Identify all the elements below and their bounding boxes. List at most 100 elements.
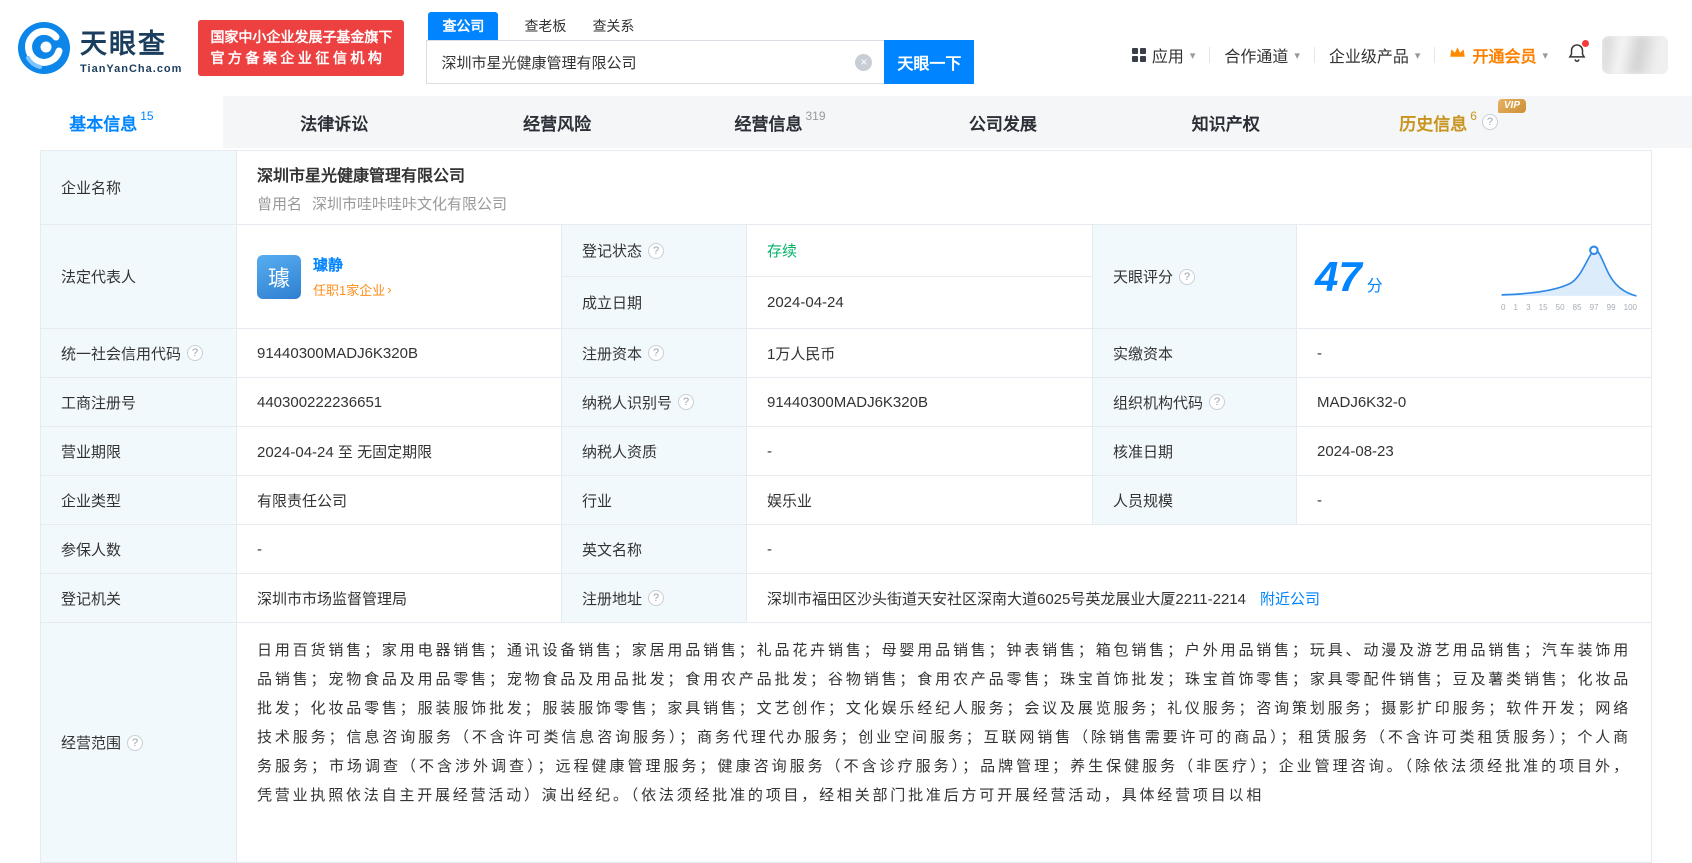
header: 天眼查 TianYanCha.com 国家中小企业发展子基金旗下 官方备案企业征… — [0, 0, 1692, 96]
top-nav: 应用 ▾ 合作通道 ▾ 企业级产品 ▾ 开通会员 ▾ — [1131, 22, 1668, 74]
score-value: 47 — [1315, 252, 1362, 300]
search-button[interactable]: 天眼一下 — [884, 40, 975, 84]
value-legal-rep: 璩 璩静 任职1家企业 › — [237, 225, 562, 329]
tab-history-info[interactable]: VIP 历史信息 6 ? — [1337, 96, 1560, 148]
label-company-name: 企业名称 — [41, 151, 237, 225]
label-text: 经营范围 — [61, 735, 122, 752]
chevron-down-icon: ▾ — [1414, 49, 1421, 62]
label-text: 纳税人识别号 — [582, 394, 673, 412]
label-text: 工商注册号 — [61, 394, 137, 412]
nav-apps[interactable]: 应用 ▾ — [1131, 43, 1195, 67]
value-reg-capital: 1万人民币 — [747, 329, 1093, 378]
former-name-label: 曾用名 — [257, 195, 303, 213]
apps-grid-icon — [1131, 48, 1146, 62]
label-text: 统一社会信用代码 — [61, 345, 182, 363]
nav-enterprise-label: 企业级产品 — [1328, 49, 1409, 66]
chevron-down-icon: ▾ — [1542, 49, 1548, 62]
legal-rep-avatar[interactable]: 璩 — [257, 254, 301, 299]
tab-label: 法律诉讼 — [300, 114, 369, 134]
help-icon[interactable]: ? — [187, 345, 204, 361]
tab-label: 公司发展 — [968, 114, 1037, 134]
row-company-name: 企业名称 深圳市星光健康管理有限公司 曾用名 深圳市哇咔哇咔文化有限公司 — [41, 151, 1651, 225]
label-text: 行业 — [582, 492, 613, 510]
nav-open-vip[interactable]: 开通会员 ▾ — [1449, 43, 1548, 67]
value-credit-code: 91440300MADJ6K320B — [237, 329, 562, 378]
tab-label: 知识产权 — [1191, 114, 1260, 134]
value-industry: 娱乐业 — [747, 476, 1093, 525]
label-text: 法定代表人 — [61, 269, 137, 286]
nav-enterprise-product[interactable]: 企业级产品 ▾ — [1329, 43, 1421, 67]
label-text: 注册地址 — [582, 590, 643, 608]
logo-text: 天眼查 TianYanCha.com — [80, 22, 182, 75]
help-icon[interactable]: ? — [678, 394, 695, 410]
search-box: × — [426, 40, 885, 84]
tab-intellectual-property[interactable]: 知识产权 — [1114, 96, 1337, 148]
value-reg-status: 存续 — [747, 225, 1093, 277]
former-name-line: 曾用名 深圳市哇咔哇咔文化有限公司 — [257, 193, 507, 214]
clear-icon[interactable]: × — [855, 53, 873, 71]
tab-legal[interactable]: 法律诉讼 — [223, 96, 446, 148]
label-insured-count: 参保人数 — [41, 525, 237, 574]
value-establish-date: 2024-04-24 — [747, 277, 1093, 329]
label-text: 组织机构代码 — [1113, 394, 1204, 412]
nav-cooperation-label: 合作通道 — [1224, 49, 1289, 66]
label-approval-date: 核准日期 — [1093, 427, 1297, 476]
label-reg-capital: 注册资本 ? — [562, 329, 747, 378]
help-icon[interactable]: ? — [1481, 114, 1498, 130]
value-registry-authority: 深圳市市场监督管理局 — [237, 574, 562, 623]
help-icon[interactable]: ? — [1179, 268, 1196, 285]
logo-cn: 天眼查 — [80, 28, 167, 59]
former-name: 深圳市哇咔哇咔文化有限公司 — [312, 195, 508, 213]
legal-rep-link-text: 任职1家企业 — [313, 283, 386, 298]
value-company-type: 有限责任公司 — [237, 476, 562, 525]
value-insured-count: - — [237, 525, 562, 574]
nav-apps-label: 应用 — [1151, 49, 1184, 66]
tab-business-info[interactable]: 经营信息 319 — [669, 96, 892, 148]
search-input[interactable] — [427, 41, 885, 83]
tianyancha-logo[interactable]: 天眼查 TianYanCha.com — [18, 22, 182, 75]
nav-cooperation[interactable]: 合作通道 ▾ — [1224, 43, 1300, 67]
divider — [1434, 47, 1436, 63]
search-tab-boss[interactable]: 查老板 — [524, 12, 566, 40]
label-business-scope: 经营范围 ? — [41, 623, 237, 863]
row-legal-rep: 法定代表人 璩 璩静 任职1家企业 › 登记状态 ? 存续 天眼评分 ? 47 … — [41, 225, 1651, 329]
help-icon[interactable]: ? — [1209, 394, 1226, 410]
divider — [1313, 47, 1315, 63]
value-score: 47 分 0 1 3 15 50 85 97 99 100 — [1297, 225, 1651, 329]
label-reg-number: 工商注册号 — [41, 378, 237, 427]
label-text: 参保人数 — [61, 541, 122, 559]
tab-count: 6 — [1470, 109, 1477, 123]
row-registry: 登记机关 深圳市市场监督管理局 注册地址 ? 深圳市福田区沙头街道天安社区深南大… — [41, 574, 1651, 623]
page-tabs: 基本信息 15 法律诉讼 经营风险 经营信息 319 公司发展 知识产权 VIP… — [0, 96, 1560, 148]
address-text: 深圳市福田区沙头街道天安社区深南大道6025号英龙展业大厦2211-2214 — [767, 590, 1246, 608]
nearby-companies-link[interactable]: 附近公司 — [1260, 588, 1320, 609]
legal-rep-name-link[interactable]: 璩静 — [313, 254, 392, 275]
tab-basic-info[interactable]: 基本信息 15 — [0, 96, 223, 148]
tab-development[interactable]: 公司发展 — [891, 96, 1114, 148]
tab-label: 经营风险 — [523, 114, 592, 134]
avatar-blurred-image — [1602, 36, 1668, 74]
row-business-term: 营业期限 2024-04-24 至 无固定期限 纳税人资质 - 核准日期 202… — [41, 427, 1651, 476]
search-tab-relation[interactable]: 查关系 — [592, 12, 634, 40]
help-icon[interactable]: ? — [648, 590, 665, 606]
score-unit: 分 — [1366, 277, 1383, 295]
label-text: 企业名称 — [61, 180, 122, 197]
user-avatar[interactable] — [1602, 36, 1668, 74]
help-icon[interactable]: ? — [127, 734, 144, 751]
business-scope-text: 日用百货销售；家用电器销售；通讯设备销售；家居用品销售；礼品花卉销售；母婴用品销… — [257, 642, 1631, 804]
value-business-term: 2024-04-24 至 无固定期限 — [237, 427, 562, 476]
label-legal-rep: 法定代表人 — [41, 225, 237, 329]
notification-bell-icon[interactable] — [1566, 39, 1589, 69]
row-business-scope: 经营范围 ? 日用百货销售；家用电器销售；通讯设备销售；家居用品销售；礼品花卉销… — [41, 623, 1651, 863]
label-address: 注册地址 ? — [562, 574, 747, 623]
reg-status-text: 存续 — [767, 243, 798, 260]
legal-rep-companies-link[interactable]: 任职1家企业 › — [313, 280, 392, 299]
value-reg-number: 440300222236651 — [237, 378, 562, 427]
label-industry: 行业 — [562, 476, 747, 525]
help-icon[interactable]: ? — [648, 242, 665, 259]
tab-risk[interactable]: 经营风险 — [446, 96, 669, 148]
search-tab-company[interactable]: 查公司 — [428, 12, 499, 40]
row-reg-number: 工商注册号 440300222236651 纳税人识别号 ? 91440300M… — [41, 378, 1651, 427]
help-icon[interactable]: ? — [648, 345, 665, 361]
label-paid-capital: 实缴资本 — [1093, 329, 1297, 378]
